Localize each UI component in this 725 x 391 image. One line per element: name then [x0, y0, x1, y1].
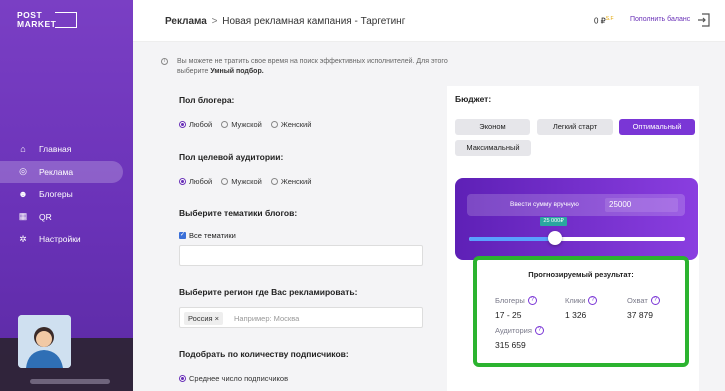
- sidebar-nav: ⌂ Главная ◎ Реклама ☻ Блогеры ▦ QR ✲ Нас…: [0, 138, 133, 251]
- radio-audience-male[interactable]: Мужской: [221, 177, 262, 186]
- radio-label: Женский: [280, 177, 312, 186]
- radio-label: Любой: [189, 120, 213, 129]
- region-tag[interactable]: Россия ×: [184, 312, 224, 325]
- sidebar-item-label: Блогеры: [39, 189, 73, 200]
- region-placeholder: Например: Москва: [234, 314, 300, 323]
- forecast-title: Прогнозируемый результат:: [528, 270, 634, 279]
- subscribers-radios: Среднее число подписчиков: [179, 374, 288, 383]
- radio-label: Среднее число подписчиков: [189, 374, 289, 383]
- sidebar-item-label: QR: [39, 211, 52, 222]
- stat-label: Охват: [627, 296, 648, 305]
- info-icon: i: [161, 58, 168, 65]
- radio-label: Мужской: [231, 177, 262, 186]
- budget-slider-track[interactable]: [469, 237, 685, 241]
- sidebar-item-ads[interactable]: ◎ Реклама: [0, 160, 123, 183]
- region-label: Выберите регион где Вас рекламировать:: [179, 287, 358, 297]
- audience-gender-radios: Любой Мужской Женский: [179, 177, 311, 186]
- stat-value: 1 326: [565, 310, 587, 320]
- header: Реклама > Новая рекламная кампания - Тар…: [133, 0, 725, 42]
- help-icon[interactable]: ?: [650, 296, 660, 305]
- breadcrumb-root[interactable]: Реклама: [165, 16, 207, 27]
- region-input[interactable]: Россия × Например: Москва: [179, 307, 423, 328]
- help-icon[interactable]: ?: [527, 296, 537, 305]
- gear-icon: ✲: [19, 233, 27, 244]
- subscribers-label: Подобрать по количеству подписчиков:: [179, 349, 349, 359]
- users-icon: ☻: [18, 188, 28, 199]
- budget-panel: Бюджет: Эконом Легкий старт Оптимальный …: [447, 86, 699, 391]
- stat-label: Аудитория: [495, 326, 532, 335]
- budget-slider-thumb[interactable]: [548, 231, 563, 245]
- topup-link[interactable]: Пополнить баланс: [630, 16, 690, 23]
- profile-name-blurred: [30, 379, 110, 384]
- radio-blogger-female[interactable]: Женский: [270, 120, 312, 129]
- sidebar: POST MARKET ⌂ Главная ◎ Реклама ☻ Блогер…: [0, 0, 133, 391]
- budget-slider-card: Ввести сумму вручную 25000 25 000₽: [455, 178, 698, 260]
- topics-select[interactable]: [179, 245, 423, 266]
- radio-label: Любой: [189, 177, 213, 186]
- sidebar-item-bloggers[interactable]: ☻ Блогеры: [0, 183, 133, 206]
- qr-icon: ▦: [18, 211, 28, 222]
- avatar[interactable]: [18, 315, 71, 368]
- all-topics-checkbox[interactable]: ✓ Все тематики: [179, 231, 236, 240]
- budget-title: Бюджет:: [455, 94, 492, 104]
- radio-label: Мужской: [231, 120, 262, 129]
- help-icon[interactable]: ?: [534, 326, 544, 335]
- manual-amount-label: Ввести сумму вручную: [510, 201, 579, 208]
- stat-value: 315 659: [495, 340, 526, 350]
- logo-bubble-icon: [55, 12, 77, 28]
- blogger-gender-label: Пол блогера:: [179, 95, 235, 105]
- sidebar-item-qr[interactable]: ▦ QR: [0, 206, 133, 229]
- help-icon[interactable]: ?: [588, 296, 598, 305]
- balance-sup: S.F: [605, 16, 614, 22]
- logout-icon[interactable]: [697, 13, 711, 27]
- budget-slider-fill: [469, 237, 556, 241]
- smart-pick-hint: i Вы можете не тратить свое время на пои…: [161, 57, 455, 77]
- radio-blogger-any[interactable]: Любой: [179, 120, 212, 129]
- radio-average-subscribers[interactable]: Среднее число подписчиков: [179, 374, 288, 383]
- budget-option-economy[interactable]: Эконом: [455, 119, 530, 135]
- smart-pick-link[interactable]: Умный подбор.: [210, 68, 263, 75]
- sidebar-item-home[interactable]: ⌂ Главная: [0, 138, 133, 161]
- radio-label: Женский: [280, 120, 312, 129]
- radio-blogger-male[interactable]: Мужской: [221, 120, 262, 129]
- radio-audience-any[interactable]: Любой: [179, 177, 212, 186]
- target-icon: ◎: [19, 166, 27, 177]
- slider-value-tooltip: 25 000₽: [540, 217, 567, 226]
- blogger-gender-radios: Любой Мужской Женский: [179, 120, 311, 129]
- sidebar-item-settings[interactable]: ✲ Настройки: [0, 228, 133, 251]
- stat-value: 17 - 25: [495, 310, 522, 320]
- manual-amount: Ввести сумму вручную 25000: [467, 194, 685, 216]
- sidebar-item-label: Главная: [39, 144, 72, 155]
- logo[interactable]: POST MARKET: [17, 11, 77, 29]
- page-title: Новая рекламная кампания - Таргетинг: [222, 16, 406, 27]
- balance-value: 0 ₽: [594, 16, 606, 26]
- stat-clicks: Клики? 1 326: [565, 296, 598, 320]
- budget-option-max[interactable]: Максимальный: [455, 140, 531, 156]
- logo-line2: MARKET: [17, 19, 57, 29]
- home-icon: ⌂: [20, 143, 26, 154]
- checkbox-label: Все тематики: [189, 231, 236, 240]
- stat-label: Клики: [565, 296, 586, 305]
- balance: 0 ₽S.F: [594, 16, 614, 26]
- breadcrumb-separator: >: [211, 16, 218, 27]
- stat-audience: Аудитория? 315 659: [495, 326, 544, 350]
- stat-reach: Охват? 37 879: [627, 296, 660, 320]
- forecast-result: Прогнозируемый результат: Блогеры? 17 - …: [473, 256, 689, 367]
- breadcrumb: Реклама > Новая рекламная кампания - Тар…: [165, 16, 405, 27]
- radio-audience-female[interactable]: Женский: [270, 177, 312, 186]
- budget-option-easy-start[interactable]: Легкий старт: [537, 119, 613, 135]
- sidebar-item-label: Реклама: [39, 166, 74, 177]
- checkbox-checked-icon: ✓: [179, 232, 186, 239]
- manual-amount-input[interactable]: 25000: [605, 198, 678, 212]
- audience-gender-label: Пол целевой аудитории:: [179, 152, 284, 162]
- stat-label: Блогеры: [495, 296, 525, 305]
- stat-bloggers: Блогеры? 17 - 25: [495, 296, 537, 320]
- sidebar-item-label: Настройки: [39, 234, 81, 245]
- topics-label: Выберите тематики блогов:: [179, 208, 298, 218]
- budget-option-optimal[interactable]: Оптимальный: [619, 119, 695, 135]
- stat-value: 37 879: [627, 310, 653, 320]
